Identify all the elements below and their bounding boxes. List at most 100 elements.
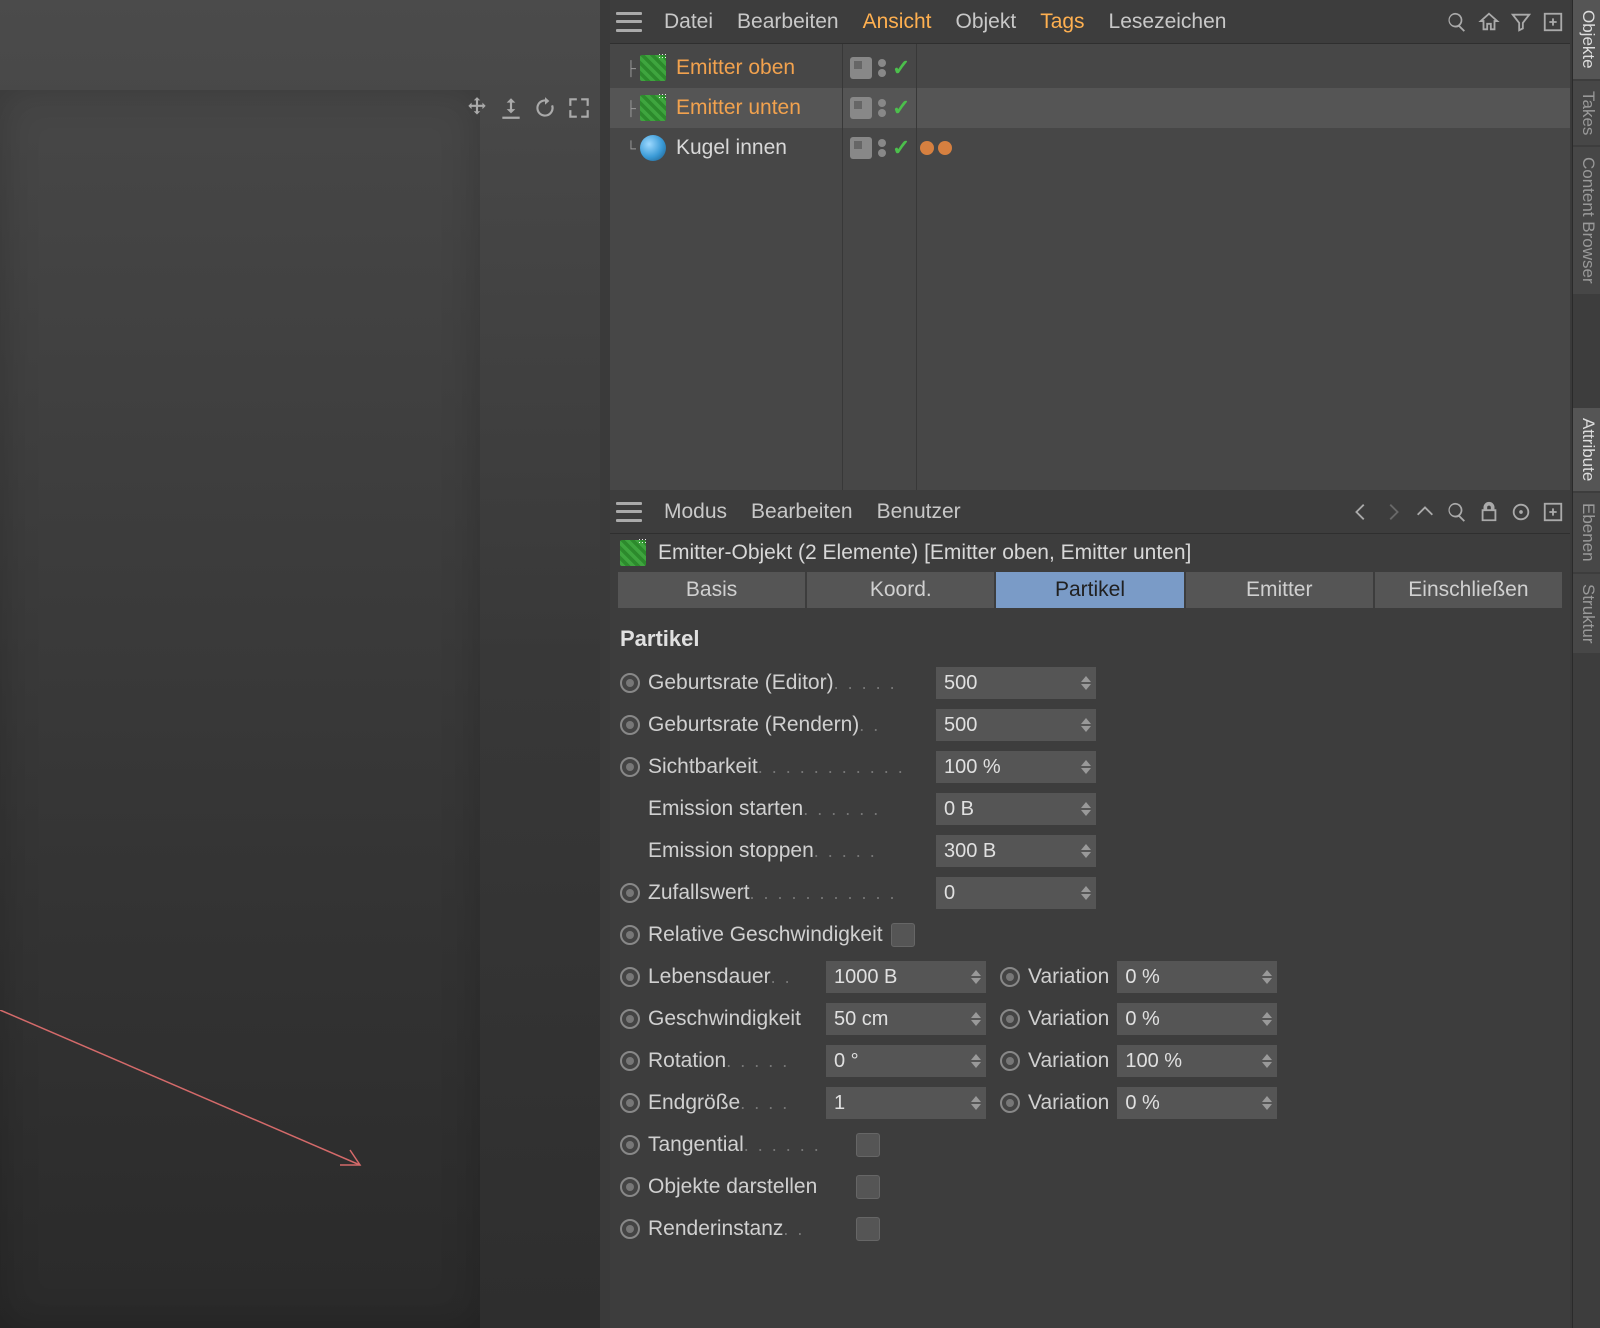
up-icon[interactable] xyxy=(1414,501,1436,523)
anim-dot[interactable] xyxy=(620,1135,640,1155)
lebensdauer-input[interactable] xyxy=(826,961,986,993)
menu-lesezeichen[interactable]: Lesezeichen xyxy=(1101,6,1235,38)
spinner-icon[interactable] xyxy=(1078,793,1094,825)
sichtbarkeit-input[interactable] xyxy=(936,751,1096,783)
visibility-dots[interactable] xyxy=(878,139,886,157)
spinner-icon[interactable] xyxy=(968,1087,984,1119)
menu-modus[interactable]: Modus xyxy=(656,496,735,528)
anim-dot[interactable] xyxy=(620,673,640,693)
emission-starten-input[interactable] xyxy=(936,793,1096,825)
relative-geschwindigkeit-checkbox[interactable] xyxy=(891,923,915,947)
object-row-emitter-oben[interactable]: ├ Emitter oben ✓ xyxy=(610,48,1570,88)
geschwindigkeit-variation-input[interactable] xyxy=(1117,1003,1277,1035)
viewport[interactable] xyxy=(0,0,600,1328)
anim-dot[interactable] xyxy=(620,757,640,777)
menu-tags[interactable]: Tags xyxy=(1032,6,1092,38)
tag-icon[interactable] xyxy=(938,141,952,155)
spinner-icon[interactable] xyxy=(1078,835,1094,867)
anim-dot[interactable] xyxy=(620,1051,640,1071)
object-name[interactable]: Emitter oben xyxy=(676,56,795,80)
tangential-checkbox[interactable] xyxy=(856,1133,880,1157)
spinner-icon[interactable] xyxy=(968,1045,984,1077)
objekte-darstellen-checkbox[interactable] xyxy=(856,1175,880,1199)
endgroesse-variation-input[interactable] xyxy=(1117,1087,1277,1119)
side-tab-ebenen[interactable]: Ebenen xyxy=(1573,493,1600,572)
zoom-icon[interactable] xyxy=(498,95,524,121)
menu-ansicht[interactable]: Ansicht xyxy=(855,6,940,38)
spinner-icon[interactable] xyxy=(1078,709,1094,741)
menu-datei[interactable]: Datei xyxy=(656,6,721,38)
tag-icon[interactable] xyxy=(920,141,934,155)
enabled-check-icon[interactable]: ✓ xyxy=(892,55,910,81)
side-tab-attribute[interactable]: Attribute xyxy=(1573,408,1600,491)
geburtsrate-rendern-input[interactable] xyxy=(936,709,1096,741)
spinner-icon[interactable] xyxy=(968,1003,984,1035)
side-tab-struktur[interactable]: Struktur xyxy=(1573,574,1600,654)
anim-dot[interactable] xyxy=(620,1009,640,1029)
spinner-icon[interactable] xyxy=(1078,877,1094,909)
anim-dot[interactable] xyxy=(620,715,640,735)
forward-icon[interactable] xyxy=(1382,501,1404,523)
object-name[interactable]: Emitter unten xyxy=(676,96,801,120)
visibility-dots[interactable] xyxy=(878,59,886,77)
move-icon[interactable] xyxy=(464,95,490,121)
search-icon[interactable] xyxy=(1446,501,1468,523)
spinner-icon[interactable] xyxy=(1259,1087,1275,1119)
layer-icon[interactable] xyxy=(850,57,872,79)
anim-dot[interactable] xyxy=(1000,1093,1020,1113)
geburtsrate-editor-input[interactable] xyxy=(936,667,1096,699)
spinner-icon[interactable] xyxy=(1078,751,1094,783)
hamburger-icon[interactable] xyxy=(616,12,642,32)
spinner-icon[interactable] xyxy=(1078,667,1094,699)
home-icon[interactable] xyxy=(1478,11,1500,33)
menu-bearbeiten[interactable]: Bearbeiten xyxy=(729,6,847,38)
tab-koord[interactable]: Koord. xyxy=(807,572,994,608)
object-tags[interactable] xyxy=(920,141,952,155)
endgroesse-input[interactable] xyxy=(826,1087,986,1119)
layer-icon[interactable] xyxy=(850,97,872,119)
side-tab-content-browser[interactable]: Content Browser xyxy=(1573,147,1600,294)
menu-bearbeiten[interactable]: Bearbeiten xyxy=(743,496,861,528)
spinner-icon[interactable] xyxy=(968,961,984,993)
anim-dot[interactable] xyxy=(1000,1051,1020,1071)
tab-partikel[interactable]: Partikel xyxy=(996,572,1183,608)
back-icon[interactable] xyxy=(1350,501,1372,523)
emission-stoppen-input[interactable] xyxy=(936,835,1096,867)
rotation-input[interactable] xyxy=(826,1045,986,1077)
object-row-kugel-innen[interactable]: └ Kugel innen ✓ xyxy=(610,128,1570,168)
object-list[interactable]: ├ Emitter oben ✓ ├ Emitter unten ✓ xyxy=(610,44,1570,490)
anim-dot[interactable] xyxy=(620,883,640,903)
add-panel-icon[interactable] xyxy=(1542,11,1564,33)
enabled-check-icon[interactable]: ✓ xyxy=(892,95,910,121)
rotation-variation-input[interactable] xyxy=(1117,1045,1277,1077)
anim-dot[interactable] xyxy=(620,1093,640,1113)
zufallswert-input[interactable] xyxy=(936,877,1096,909)
hamburger-icon[interactable] xyxy=(616,502,642,522)
anim-dot[interactable] xyxy=(620,1177,640,1197)
enabled-check-icon[interactable]: ✓ xyxy=(892,135,910,161)
spinner-icon[interactable] xyxy=(1259,961,1275,993)
menu-objekt[interactable]: Objekt xyxy=(947,6,1024,38)
lebensdauer-variation-input[interactable] xyxy=(1117,961,1277,993)
renderinstanz-checkbox[interactable] xyxy=(856,1217,880,1241)
side-tab-takes[interactable]: Takes xyxy=(1573,81,1600,145)
anim-dot[interactable] xyxy=(620,1219,640,1239)
anim-dot[interactable] xyxy=(1000,967,1020,987)
viewport-render-area[interactable] xyxy=(0,90,480,1328)
layer-icon[interactable] xyxy=(850,137,872,159)
search-icon[interactable] xyxy=(1446,11,1468,33)
side-tab-objekte[interactable]: Objekte xyxy=(1573,0,1600,79)
anim-dot[interactable] xyxy=(620,925,640,945)
anim-dot[interactable] xyxy=(620,967,640,987)
lock-icon[interactable] xyxy=(1478,501,1500,523)
geschwindigkeit-input[interactable] xyxy=(826,1003,986,1035)
tab-emitter[interactable]: Emitter xyxy=(1186,572,1373,608)
target-icon[interactable] xyxy=(1510,501,1532,523)
spinner-icon[interactable] xyxy=(1259,1003,1275,1035)
menu-benutzer[interactable]: Benutzer xyxy=(869,496,969,528)
object-row-emitter-unten[interactable]: ├ Emitter unten ✓ xyxy=(610,88,1570,128)
spinner-icon[interactable] xyxy=(1259,1045,1275,1077)
anim-dot[interactable] xyxy=(1000,1009,1020,1029)
object-name[interactable]: Kugel innen xyxy=(676,136,787,160)
add-panel-icon[interactable] xyxy=(1542,501,1564,523)
